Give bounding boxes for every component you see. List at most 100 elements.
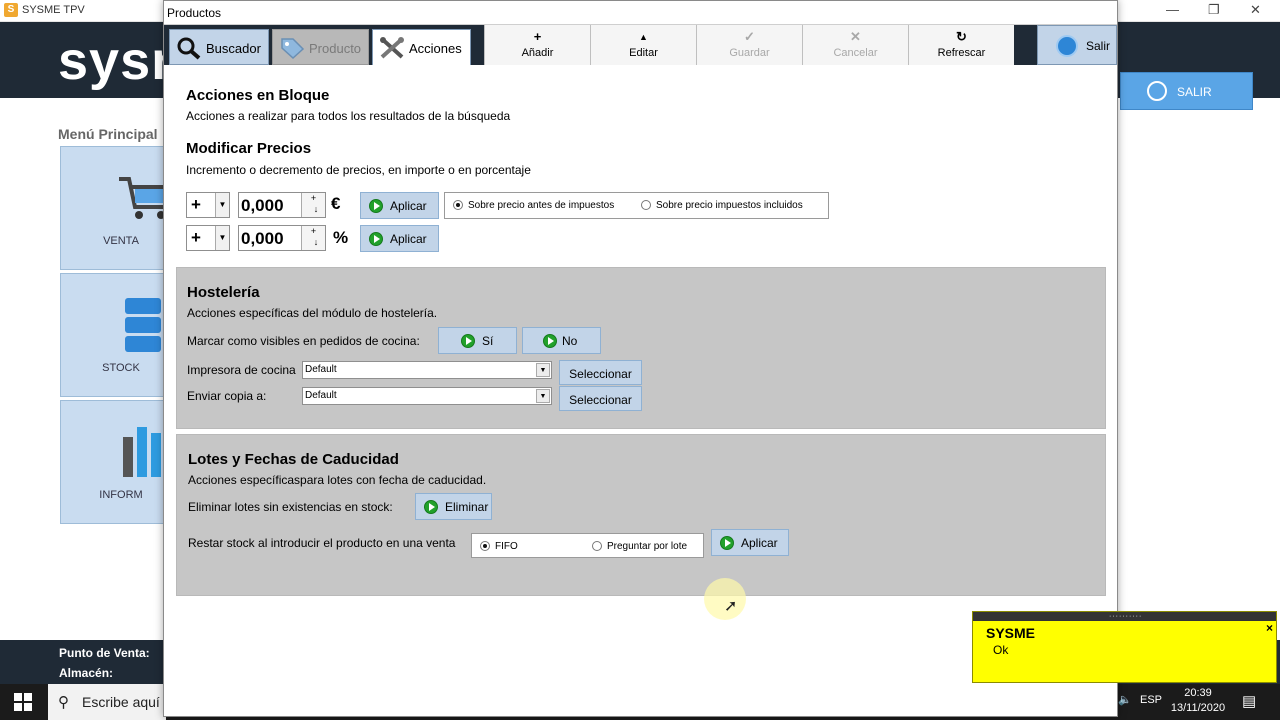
app-title: SYSME TPV bbox=[22, 4, 85, 16]
guardar-button[interactable]: ✓ Guardar bbox=[696, 25, 802, 65]
radio-dot bbox=[480, 541, 490, 551]
button-label: Eliminar bbox=[445, 500, 489, 514]
productos-window: Productos Buscador Producto Acciones + A… bbox=[163, 0, 1118, 717]
stock-radio-group: FIFO Preguntar por lote bbox=[471, 533, 704, 558]
si-button[interactable]: Sí bbox=[438, 327, 517, 354]
salir-label: SALIR bbox=[1177, 85, 1212, 99]
radio-dot bbox=[592, 541, 602, 551]
magnifier-icon bbox=[177, 37, 201, 60]
tab-label: Acciones bbox=[409, 41, 462, 56]
button-label: Aplicar bbox=[390, 199, 427, 213]
seleccionar-printer-button[interactable]: Seleccionar bbox=[559, 360, 642, 385]
menu-tile-informes[interactable]: INFORM bbox=[60, 400, 180, 524]
toast-handle[interactable]: ·········· bbox=[973, 612, 1276, 621]
cart-icon bbox=[119, 177, 169, 219]
stepper-value: 0,000 bbox=[241, 229, 284, 248]
toolbar-label: Cancelar bbox=[833, 47, 878, 59]
menu-tile-venta[interactable]: VENTA bbox=[60, 146, 180, 270]
editar-button[interactable]: ▲ Editar bbox=[590, 25, 696, 65]
seleccionar-copy-button[interactable]: Seleccionar bbox=[559, 386, 642, 411]
button-label: Aplicar bbox=[741, 536, 778, 550]
cancelar-button[interactable]: ✕ Cancelar bbox=[802, 25, 908, 65]
button-label: Sí bbox=[482, 334, 494, 348]
volume-icon[interactable]: 🔈 bbox=[1118, 693, 1132, 706]
play-icon bbox=[424, 500, 438, 514]
salir-button[interactable]: Salir bbox=[1037, 25, 1117, 65]
stock-mode-label: Restar stock al introducir el producto e… bbox=[188, 536, 456, 550]
sign-select-importe[interactable]: + ▼ bbox=[186, 192, 230, 218]
radio-label: Preguntar por lote bbox=[607, 541, 688, 552]
toolbar-label: Editar bbox=[629, 47, 658, 59]
eliminar-button[interactable]: Eliminar bbox=[415, 493, 492, 520]
sign-value: + bbox=[191, 228, 201, 247]
tab-producto[interactable]: Producto bbox=[272, 29, 369, 65]
aplicar-percent-button[interactable]: Aplicar bbox=[360, 225, 439, 252]
refresh-icon: ↻ bbox=[956, 29, 967, 44]
x-icon: ✕ bbox=[850, 29, 861, 44]
pointer-icon: ➚ bbox=[724, 598, 738, 615]
tab-acciones[interactable]: Acciones bbox=[372, 29, 471, 66]
sign-select-percent[interactable]: + ▼ bbox=[186, 225, 230, 251]
radio-label: Sobre precio antes de impuestos bbox=[468, 200, 615, 211]
close-icon[interactable]: ✕ bbox=[1250, 2, 1261, 18]
tab-buscador[interactable]: Buscador bbox=[169, 29, 269, 65]
salir-button[interactable]: SALIR bbox=[1120, 72, 1253, 110]
salir-label: Salir bbox=[1086, 39, 1111, 53]
select-value: Default bbox=[305, 390, 337, 401]
notification-toast: ·········· × SYSME Ok bbox=[972, 611, 1277, 683]
aplicar-importe-button[interactable]: Aplicar bbox=[360, 192, 439, 219]
percent-unit: % bbox=[333, 228, 349, 247]
stepper-arrows-icon: + ↓ bbox=[301, 193, 325, 217]
section-title-lotes: Lotes y Fechas de Caducidad bbox=[188, 451, 399, 468]
importe-stepper[interactable]: 0,000 + ↓ bbox=[238, 192, 326, 218]
menu-title: Menú Principal bbox=[58, 126, 158, 142]
taskbar-search-input[interactable]: ⚲ Escribe aquí bbox=[48, 684, 166, 720]
sysme-app-icon: S bbox=[4, 3, 18, 17]
section-title-hosteleria: Hostelería bbox=[187, 284, 260, 301]
tag-icon bbox=[281, 38, 305, 60]
lotes-panel: Lotes y Fechas de Caducidad Acciones esp… bbox=[176, 434, 1106, 596]
button-label: Seleccionar bbox=[569, 367, 632, 381]
tax-radio-group: Sobre precio antes de impuestos Sobre pr… bbox=[444, 192, 829, 219]
clock[interactable]: 20:39 13/11/2020 bbox=[1170, 686, 1226, 716]
clock-time: 20:39 bbox=[1184, 687, 1212, 699]
database-icon bbox=[125, 298, 161, 352]
hosteleria-panel: Hostelería Acciones específicas del módu… bbox=[176, 267, 1106, 429]
toast-message: Ok bbox=[993, 643, 1009, 657]
radio-dot bbox=[453, 200, 463, 210]
language-indicator[interactable]: ESP bbox=[1140, 694, 1162, 706]
close-icon[interactable]: × bbox=[1266, 621, 1273, 635]
caret-up-icon: ▲ bbox=[639, 32, 648, 42]
play-icon bbox=[369, 232, 383, 246]
no-button[interactable]: No bbox=[522, 327, 601, 354]
toolbar: Buscador Producto Acciones + Añadir ▲ Ed… bbox=[164, 25, 1117, 66]
maximize-icon[interactable]: ❐ bbox=[1208, 2, 1220, 18]
tab-label: Buscador bbox=[206, 41, 261, 56]
copy-select[interactable]: Default ▼ bbox=[302, 387, 552, 405]
section-subtitle: Acciones específicas del módulo de hoste… bbox=[187, 306, 438, 320]
section-subtitle: Acciones específicaspara lotes con fecha… bbox=[188, 473, 487, 487]
radio-label: Sobre precio impuestos incluidos bbox=[656, 200, 803, 211]
stepper-value: 0,000 bbox=[241, 196, 284, 215]
refrescar-button[interactable]: ↻ Refrescar bbox=[908, 25, 1014, 65]
menu-tile-stock[interactable]: STOCK bbox=[60, 273, 180, 397]
sign-value: + bbox=[191, 195, 201, 214]
tools-icon bbox=[380, 37, 404, 59]
section-subtitle: Incremento o decremento de precios, en i… bbox=[186, 163, 531, 177]
power-icon bbox=[1056, 35, 1078, 57]
printer-select[interactable]: Default ▼ bbox=[302, 361, 552, 379]
notifications-icon[interactable]: ▤ bbox=[1242, 692, 1256, 710]
toolbar-label: Guardar bbox=[729, 47, 770, 59]
aplicar-stock-button[interactable]: Aplicar bbox=[711, 529, 789, 556]
minimize-icon[interactable]: — bbox=[1166, 2, 1179, 17]
section-subtitle: Acciones a realizar para todos los resul… bbox=[186, 109, 511, 123]
clock-date: 13/11/2020 bbox=[1170, 702, 1226, 714]
toast-title: SYSME bbox=[986, 625, 1036, 641]
windows-start-icon[interactable] bbox=[14, 693, 32, 711]
anadir-button[interactable]: + Añadir bbox=[484, 25, 590, 65]
stepper-arrows-icon: + ↓ bbox=[301, 226, 325, 250]
window-title: Productos bbox=[167, 6, 222, 20]
window-titlebar: Productos bbox=[164, 1, 1117, 25]
play-icon bbox=[543, 334, 557, 348]
percent-stepper[interactable]: 0,000 + ↓ bbox=[238, 225, 326, 251]
